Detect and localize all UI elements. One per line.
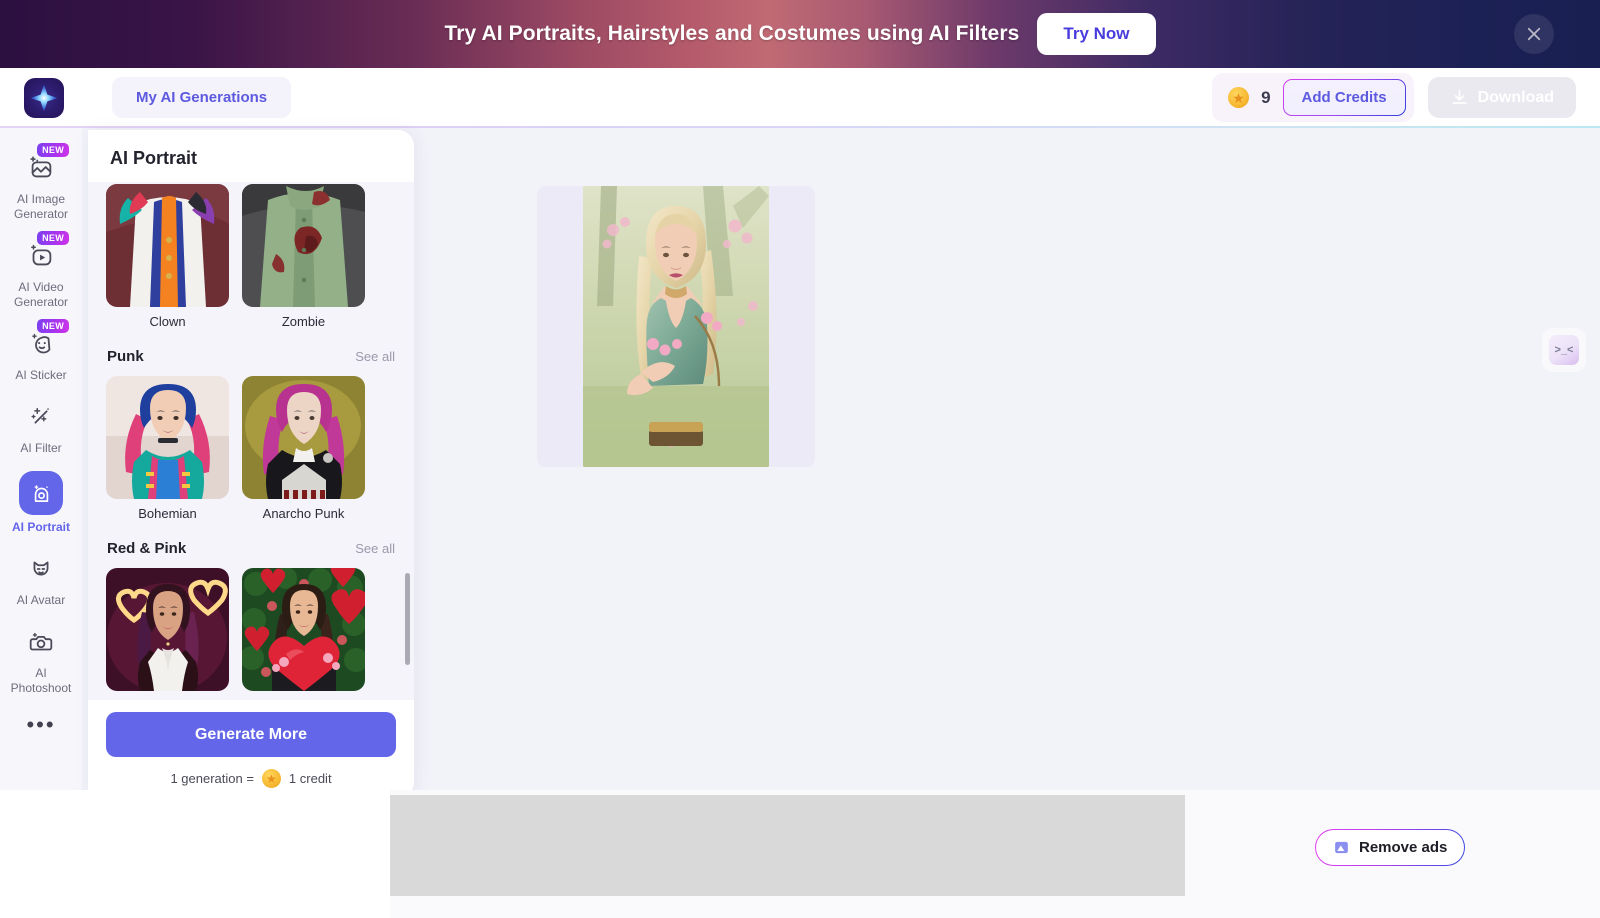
sidebar-item-label: AI Image Generator	[13, 192, 69, 221]
promo-message: Try AI Portraits, Hairstyles and Costume…	[444, 22, 1020, 45]
canvas-image-frame[interactable]	[537, 186, 815, 467]
styles-row-red-and-pink: Lights	[106, 566, 396, 713]
coin-icon: ★	[261, 769, 281, 788]
sidebar-item-label: AI Video Generator	[13, 280, 69, 309]
bohemian-thumb-art	[106, 376, 229, 499]
close-icon	[1527, 27, 1541, 41]
credits-group: ★ 9 Add Credits	[1212, 73, 1414, 122]
sidebar-item-label: AI Portrait	[11, 520, 70, 534]
sidebar-item-ai-avatar[interactable]: AI Avatar	[0, 543, 82, 614]
credit-note: 1 generation = ★ 1 credit	[106, 769, 396, 788]
bohemian-thumb	[106, 376, 229, 499]
romantic-thumb	[242, 568, 365, 691]
sidebar-item-ai-image-generator[interactable]: NEW AI Image Generator	[0, 142, 82, 228]
section-title: Red & Pink	[107, 540, 187, 557]
add-credits-button[interactable]: Add Credits	[1283, 79, 1406, 116]
clown-thumb-art	[106, 184, 229, 307]
credit-note-suffix: 1 credit	[288, 771, 332, 786]
download-label: Download	[1477, 88, 1554, 106]
filter-wand-icon	[31, 407, 49, 424]
sidebar-item-ai-filter[interactable]: AI Filter	[0, 391, 82, 462]
image-generator-icon	[30, 156, 52, 178]
panel-scrollbar-thumb[interactable]	[405, 573, 410, 665]
sidebar-item-label: AI Avatar	[16, 593, 66, 607]
style-card-lights[interactable]: Lights	[106, 568, 229, 713]
sidebar-item-label: AI Photoshoot	[10, 666, 72, 695]
romantic-thumb-art	[242, 568, 365, 691]
download-button[interactable]: Download	[1427, 77, 1576, 118]
portrait-artwork	[583, 186, 769, 467]
see-all-link[interactable]: See all	[355, 541, 395, 556]
video-generator-icon	[31, 244, 52, 266]
style-label: Anarcho Punk	[262, 506, 345, 521]
anarcho-punk-thumb	[242, 376, 365, 499]
remove-ads-label: Remove ads	[1359, 839, 1448, 856]
section-header-punk: Punk See all	[106, 329, 396, 374]
panel-scroll-area[interactable]: Clown Zombie Punk See all Bohemian Anarc…	[88, 182, 414, 737]
anarcho-punk-thumb-art	[242, 376, 365, 499]
my-ai-generations-tab[interactable]: My AI Generations	[112, 77, 292, 118]
sidebar-item-label: AI Sticker	[15, 368, 67, 382]
sidebar-item-ai-photoshoot[interactable]: AI Photoshoot	[0, 616, 82, 702]
generated-portrait-image[interactable]	[583, 186, 769, 467]
clown-thumb	[106, 184, 229, 307]
see-all-link[interactable]: See all	[355, 349, 395, 364]
zombie-thumb-art	[242, 184, 365, 307]
styles-row-punk: Bohemian Anarcho Punk	[106, 374, 396, 521]
edge-tool-glyph: >_<	[1549, 335, 1579, 365]
sidebar-item-ai-portrait[interactable]: AI Portrait	[0, 464, 82, 541]
new-badge: NEW	[37, 319, 69, 333]
panel-scrollbar-track[interactable]	[405, 185, 410, 733]
sidebar-item-ai-sticker[interactable]: NEW AI Sticker	[0, 318, 82, 389]
canvas-edge-tool-button[interactable]: >_<	[1542, 328, 1586, 372]
panel-footer: Generate More 1 generation = ★ 1 credit	[88, 700, 414, 798]
sticker-icon	[32, 333, 51, 354]
sidebar-more-button[interactable]: •••	[26, 714, 55, 736]
style-card-clown[interactable]: Clown	[106, 184, 229, 329]
lights-thumb-art	[106, 568, 229, 691]
promo-close-button[interactable]	[1514, 14, 1554, 54]
styles-row-partial: Clown Zombie	[106, 182, 396, 329]
style-card-bohemian[interactable]: Bohemian	[106, 376, 229, 521]
avatar-cat-icon	[33, 561, 49, 576]
portrait-icon	[34, 484, 48, 502]
style-card-romantic[interactable]: Romantic	[242, 568, 365, 713]
bottom-left-strip	[0, 790, 390, 918]
style-card-anarcho-punk[interactable]: Anarcho Punk	[242, 376, 365, 521]
coin-icon: ★	[1228, 87, 1250, 108]
sidebar-item-label: AI Filter	[20, 441, 62, 455]
style-card-zombie[interactable]: Zombie	[242, 184, 365, 329]
zombie-thumb	[242, 184, 365, 307]
ad-block-icon	[1335, 841, 1348, 854]
generate-more-button[interactable]: Generate More	[106, 712, 396, 757]
promo-banner: Try AI Portraits, Hairstyles and Costume…	[0, 0, 1600, 68]
credit-count: 9	[1261, 87, 1271, 107]
ai-portrait-panel: AI Portrait Clown Zombie Punk See all Bo…	[88, 130, 414, 798]
sparkle-logo-icon	[30, 83, 58, 112]
app-header: My AI Generations ★ 9 Add Credits Downlo…	[0, 68, 1600, 127]
camera-icon	[29, 632, 53, 651]
credit-note-prefix: 1 generation =	[170, 771, 254, 786]
sidebar: NEW AI Image Generator NEW AI Video Gene…	[0, 128, 82, 799]
lights-thumb	[106, 568, 229, 691]
new-badge: NEW	[37, 231, 69, 245]
panel-title: AI Portrait	[88, 130, 414, 179]
new-badge: NEW	[37, 143, 69, 157]
style-label: Clown	[149, 314, 186, 329]
style-label: Zombie	[281, 314, 326, 329]
download-icon	[1451, 89, 1467, 104]
remove-ads-button[interactable]: Remove ads	[1315, 829, 1465, 866]
try-now-button[interactable]: Try Now	[1037, 13, 1156, 55]
brand-logo-button[interactable]	[24, 77, 64, 118]
ad-banner-placeholder[interactable]	[390, 795, 1185, 896]
section-header-red-and-pink: Red & Pink See all	[106, 521, 396, 566]
section-title: Punk	[107, 348, 144, 365]
style-label: Bohemian	[138, 506, 197, 521]
sidebar-item-ai-video-generator[interactable]: NEW AI Video Generator	[0, 230, 82, 316]
